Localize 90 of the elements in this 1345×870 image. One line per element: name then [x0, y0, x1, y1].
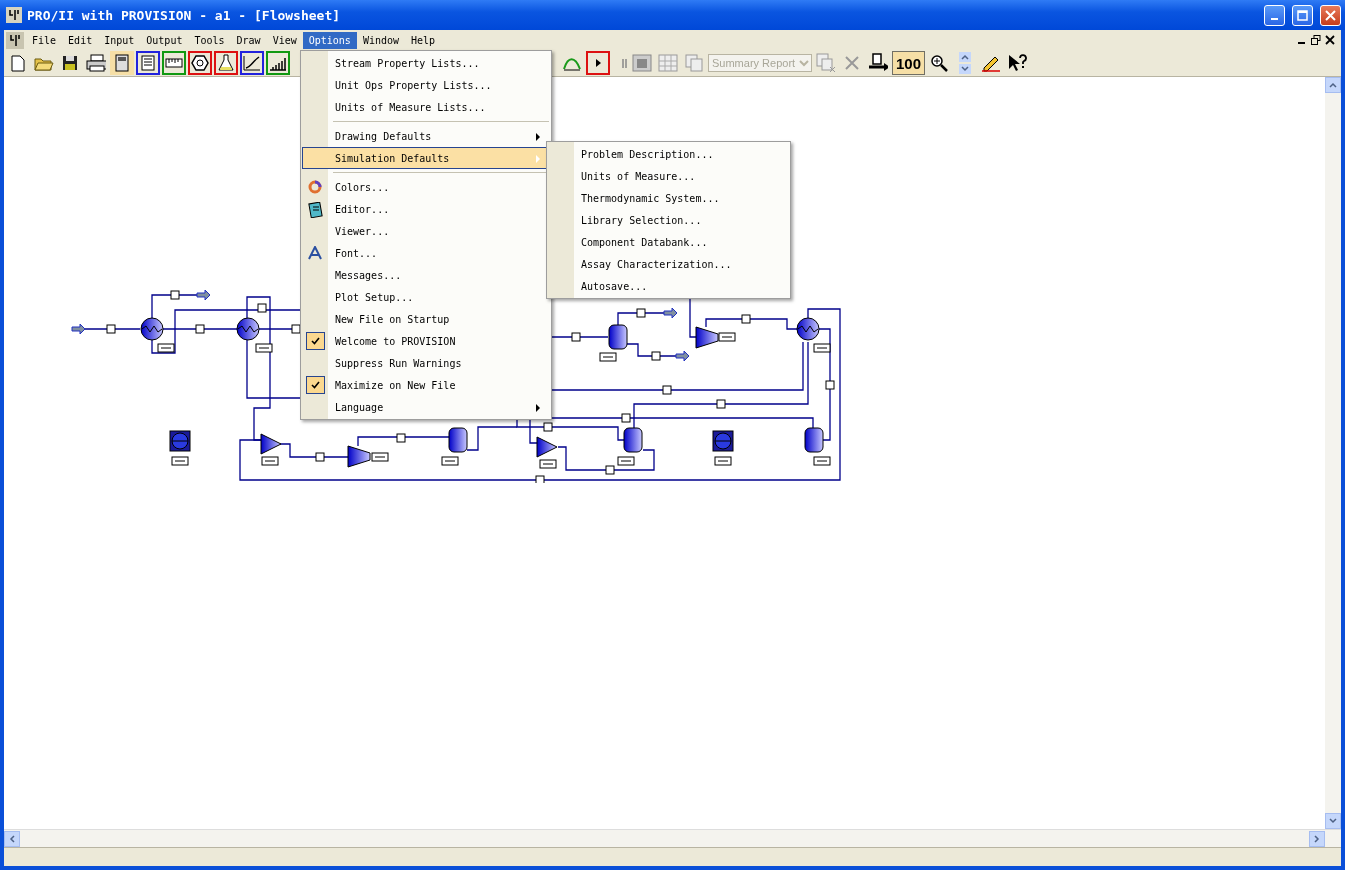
floppy-icon [62, 55, 78, 71]
menu-option[interactable]: Messages... [302, 264, 550, 286]
bell-curve-icon [563, 55, 581, 71]
minimize-icon [1271, 17, 1278, 20]
submenu-option[interactable]: Library Selection... [548, 209, 789, 231]
scroll-left-icon[interactable] [9, 834, 15, 843]
list-page-icon [141, 55, 155, 71]
menu-option[interactable]: Suppress Run Warnings [302, 352, 550, 374]
menu-option[interactable]: Stream Property Lists... [302, 52, 550, 74]
menu-item[interactable]: View [266, 31, 303, 49]
ruler-button[interactable] [162, 51, 186, 75]
menu-item[interactable]: Output [140, 31, 189, 49]
document-icon[interactable] [6, 31, 24, 49]
flask-button[interactable] [214, 51, 238, 75]
run-button[interactable] [586, 51, 610, 75]
list-button[interactable] [136, 51, 160, 75]
submenu-option[interactable]: Component Databank... [548, 231, 789, 253]
delete-icon [844, 55, 860, 71]
menu-item[interactable]: Edit [62, 31, 99, 49]
print-button[interactable] [84, 51, 108, 75]
menu-item[interactable]: Tools [188, 31, 231, 49]
play-icon [593, 57, 603, 69]
submenu-option[interactable]: Thermodynamic System... [548, 187, 789, 209]
horizontal-scrollbar[interactable] [4, 829, 1341, 847]
menu-option[interactable]: Viewer... [302, 220, 550, 242]
color-ring-icon [308, 180, 322, 194]
menu-option[interactable]: Colors... [302, 176, 550, 198]
menu-option[interactable]: Language [302, 396, 550, 418]
letter-font-icon [308, 246, 322, 260]
pencil-icon [981, 54, 1002, 72]
ruler-icon [165, 58, 183, 68]
blank-page-icon [11, 54, 25, 72]
menu-option[interactable]: Drawing Defaults [302, 125, 550, 147]
menu-item[interactable]: Input [98, 31, 141, 49]
menu-option[interactable]: Units of Measure Lists... [302, 96, 550, 118]
zoom-icon [930, 54, 949, 72]
window-title: PRO/II with PROVISION - a1 - [Flowsheet] [27, 7, 342, 23]
close-button[interactable] [1320, 4, 1341, 26]
maximize-icon [1297, 9, 1308, 21]
submenu-option[interactable]: Units of Measure... [548, 165, 789, 187]
menu-item[interactable]: Window [356, 31, 405, 49]
bar-chart-icon [269, 55, 287, 71]
curve-chart-icon [243, 55, 261, 71]
check-icon [311, 337, 320, 345]
bar-chart-button[interactable] [266, 51, 290, 75]
menu-item[interactable]: Draw [230, 31, 267, 49]
minimize-button[interactable] [1264, 4, 1285, 26]
pages-icon [685, 54, 703, 72]
menu-item[interactable]: Help [405, 31, 442, 49]
arrow-to-page-icon [868, 53, 888, 73]
menu-option[interactable]: Editor... [302, 198, 550, 220]
hexagon-icon [191, 55, 209, 71]
submenu-option[interactable]: Assay Characterization... [548, 253, 789, 275]
spin-arrows-icon [959, 52, 972, 74]
menu-item[interactable]: Options [302, 31, 357, 49]
notepad-icon [308, 202, 323, 218]
restore-icon[interactable] [1311, 35, 1321, 45]
submenu-option[interactable]: Autosave... [548, 275, 789, 297]
app-icon [6, 7, 22, 23]
scroll-up-icon[interactable] [1329, 82, 1337, 88]
close-icon[interactable] [1325, 35, 1335, 45]
menu-option[interactable]: New File on Startup [302, 308, 550, 330]
curve-button[interactable] [240, 51, 264, 75]
unit-button[interactable] [630, 51, 654, 75]
vertical-scrollbar[interactable] [1325, 77, 1341, 829]
grid-icon [658, 54, 678, 72]
menu-item[interactable]: File [26, 31, 63, 49]
flask-icon [218, 54, 234, 72]
menu-option[interactable]: Welcome to PROVISION [302, 330, 550, 352]
help-pointer-icon [1007, 54, 1028, 72]
check-icon [311, 381, 320, 389]
zoom-level-button[interactable]: 100 [892, 51, 926, 75]
calculator-button[interactable] [110, 51, 134, 75]
hexagon-button[interactable] [188, 51, 212, 75]
menu-option[interactable]: Font... [302, 242, 550, 264]
menu-option[interactable]: Plot Setup... [302, 286, 550, 308]
scroll-right-icon[interactable] [1314, 834, 1320, 843]
maximize-button[interactable] [1292, 4, 1313, 26]
printer-icon [86, 54, 106, 72]
unit-icon [632, 54, 652, 72]
submenu-option[interactable]: Problem Description... [548, 143, 789, 165]
menu-option[interactable]: Unit Ops Property Lists... [302, 74, 550, 96]
folder-icon [34, 55, 54, 71]
export-icon [816, 53, 836, 73]
calculator-icon [115, 54, 129, 72]
pause-icon [622, 57, 628, 69]
close-icon [1325, 9, 1336, 21]
scroll-down-icon[interactable] [1329, 818, 1337, 824]
menu-option[interactable]: Maximize on New File [302, 374, 550, 396]
report-value: Summary Report [712, 57, 796, 69]
